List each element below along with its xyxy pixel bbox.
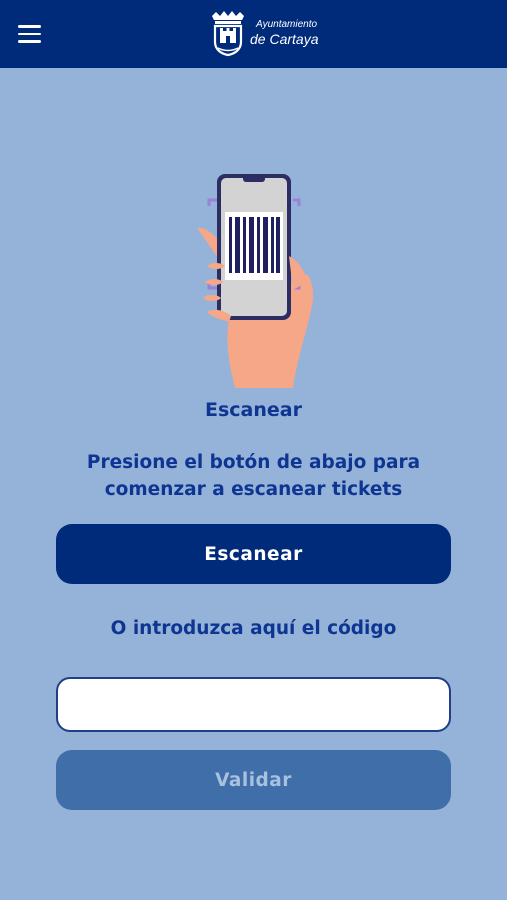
- menu-icon-bar: [18, 32, 41, 36]
- page-title: Escanear: [205, 399, 302, 421]
- menu-button[interactable]: [18, 20, 50, 48]
- manual-code-label: O introduzca aquí el código: [110, 618, 397, 639]
- brand-line2: de Cartaya: [250, 31, 319, 47]
- code-input[interactable]: [56, 677, 451, 732]
- validate-button[interactable]: Validar: [56, 750, 451, 810]
- instruction-text: Presione el botón de abajo para comenzar…: [86, 452, 421, 500]
- brand-line1: Ayuntamiento: [256, 19, 318, 30]
- brand-logo: Ayuntamiento de Cartaya: [208, 8, 328, 60]
- app-header: Ayuntamiento de Cartaya: [0, 0, 507, 68]
- scan-illustration: [185, 170, 325, 390]
- scan-button[interactable]: Escanear: [56, 524, 451, 584]
- menu-icon-bar: [18, 25, 41, 28]
- castle-crest-icon: [212, 11, 244, 57]
- menu-icon-bar: [18, 40, 41, 43]
- brand-text: Ayuntamiento de Cartaya: [250, 19, 319, 47]
- hand-phone-barcode-icon: [197, 174, 314, 388]
